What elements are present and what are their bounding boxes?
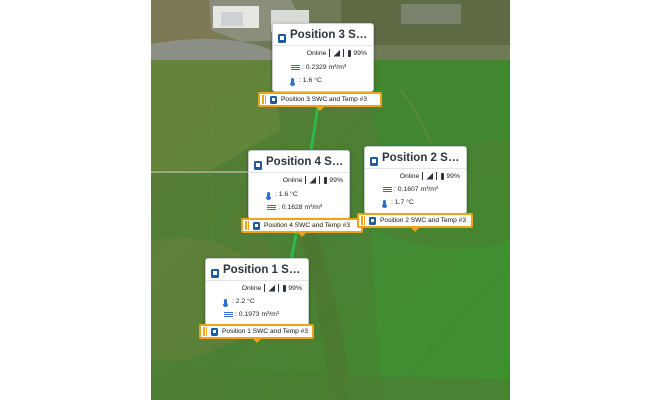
water-content-icon: [383, 187, 392, 192]
water-content-icon: [291, 65, 300, 70]
device-label-position-1[interactable]: Position 1 SWC and Temp #3: [199, 324, 314, 343]
device-label-position-3[interactable]: Position 3 SWC and Temp #3: [258, 92, 382, 111]
measurement-row: : 1.7 °C: [382, 199, 414, 208]
measurement-value: : 1.7 °C: [391, 199, 414, 206]
device-card-position-1[interactable]: Position 1 SWC... Online 99% : 2.2 °C : …: [205, 258, 309, 326]
battery-level: 99%: [446, 172, 460, 180]
signal-icon: [268, 284, 276, 292]
measurement-row: : 1.6 °C: [290, 77, 322, 86]
sensor-device-icon: [369, 216, 376, 225]
thermometer-icon: [266, 191, 271, 200]
device-title: Position 4 SWC...: [266, 155, 346, 168]
measurement-row: : 2.2 °C: [223, 298, 255, 307]
battery-icon: [348, 49, 352, 57]
status-text: Online: [282, 176, 303, 184]
measurement-value: : 1.6 °C: [275, 191, 298, 198]
battery-icon: [441, 172, 445, 180]
water-content-icon: [224, 312, 233, 317]
battery-level: 99%: [329, 176, 343, 184]
sensor-device-icon: [270, 95, 277, 104]
device-title: Position 2 SWC...: [382, 151, 462, 164]
measurement-value: : 0.1607 m³/m³: [394, 186, 439, 193]
signal-icon: [333, 49, 341, 57]
measurement-value: : 0.2329 m³/m³: [302, 64, 347, 71]
measurement-row: : 0.1607 m³/m³: [383, 186, 438, 193]
device-status-row: Online 99%: [283, 176, 343, 184]
device-status-row: Online 99%: [307, 49, 367, 57]
device-card-position-2[interactable]: Position 2 SWC... Online 99% : 0.1607 m³…: [364, 146, 467, 214]
measurement-value: : 2.2 °C: [232, 298, 255, 305]
measurement-row: : 0.1973 m³/m³: [224, 311, 279, 318]
thermometer-icon: [382, 199, 387, 208]
device-label-position-2[interactable]: Position 2 SWC and Temp #3: [357, 213, 473, 232]
battery-level: 99%: [288, 284, 302, 292]
measurement-row: : 0.2329 m³/m³: [291, 64, 346, 71]
device-title: Position 3 SWC...: [290, 28, 370, 41]
label-text: Position 1 SWC and Temp #3: [222, 328, 309, 335]
thermometer-icon: [290, 77, 295, 86]
sensor-device-icon: [278, 30, 286, 43]
battery-icon: [283, 284, 287, 292]
measurement-value: : 0.1628 m³/m³: [278, 204, 323, 211]
device-label-position-4[interactable]: Position 4 SWC and Temp #3: [241, 218, 363, 237]
measurement-value: : 1.6 °C: [299, 77, 322, 84]
device-card-position-3[interactable]: Position 3 SWC... Online 99% : 0.2329 m³…: [272, 23, 374, 92]
device-title: Position 1 SWC...: [223, 263, 303, 276]
label-text: Position 3 SWC and Temp #3: [281, 96, 368, 103]
measurement-value: : 0.1973 m³/m³: [235, 311, 280, 318]
status-text: Online: [399, 172, 420, 180]
thermometer-icon: [223, 298, 228, 307]
signal-icon: [309, 176, 317, 184]
device-status-row: Online 99%: [400, 172, 460, 180]
signal-icon: [426, 172, 434, 180]
label-text: Position 2 SWC and Temp #3: [380, 217, 467, 224]
battery-level: 99%: [353, 49, 367, 57]
water-content-icon: [267, 205, 276, 210]
sensor-device-icon: [254, 157, 262, 170]
battery-icon: [324, 176, 328, 184]
label-text: Position 4 SWC and Temp #3: [264, 222, 351, 229]
measurement-row: : 0.1628 m³/m³: [267, 204, 322, 211]
status-text: Online: [306, 49, 327, 57]
sensor-device-icon: [370, 153, 378, 166]
sensor-device-icon: [211, 327, 218, 336]
measurement-row: : 1.6 °C: [266, 191, 298, 200]
sensor-device-icon: [211, 265, 219, 278]
device-status-row: Online 99%: [242, 284, 302, 292]
sensor-device-icon: [253, 221, 260, 230]
device-card-position-4[interactable]: Position 4 SWC... Online 99% : 1.6 °C : …: [248, 150, 350, 219]
status-text: Online: [241, 284, 262, 292]
